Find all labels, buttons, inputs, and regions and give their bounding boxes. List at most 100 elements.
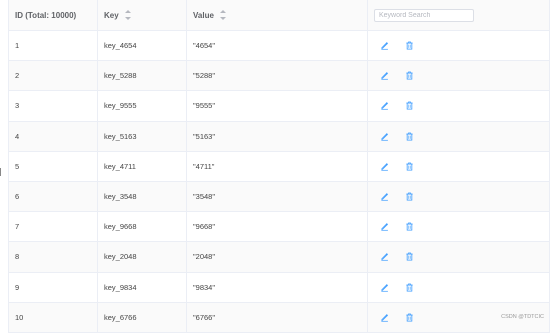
cell-id: 7 xyxy=(9,212,98,242)
id-text: 9 xyxy=(15,282,20,292)
edit-icon[interactable] xyxy=(380,283,389,292)
value-text: "2048" xyxy=(193,252,216,262)
delete-icon[interactable] xyxy=(405,162,414,171)
edit-icon[interactable] xyxy=(380,222,389,231)
delete-icon[interactable] xyxy=(405,192,414,201)
cell-id: 6 xyxy=(9,181,98,212)
key-text: key_6766 xyxy=(104,312,137,322)
table-header: ID (Total: 10000) Key Value xyxy=(9,0,549,31)
table-body: 1 key_4654 "4654" 2 key_5288 "5288" 3 key_9555 "… xyxy=(9,31,549,333)
watermark: CSDN @TDTCIC xyxy=(501,314,544,320)
delete-icon[interactable] xyxy=(405,71,414,80)
table-row: 2 key_5288 "5288" xyxy=(9,61,549,92)
id-text: 6 xyxy=(15,192,20,202)
key-text: key_3548 xyxy=(104,192,137,202)
cell-key: key_4711 xyxy=(98,151,187,181)
delete-icon[interactable] xyxy=(405,101,414,110)
cell-value: "6766" xyxy=(187,302,368,332)
edit-icon[interactable] xyxy=(380,162,389,171)
cell-actions xyxy=(368,273,549,302)
id-text: 10 xyxy=(15,312,24,322)
cell-id: 2 xyxy=(9,61,98,91)
cell-key: key_5163 xyxy=(98,121,187,151)
table-row: 4 key_5163 "5163" xyxy=(9,121,549,152)
cell-value: "5288" xyxy=(187,61,368,91)
id-text: 2 xyxy=(15,71,20,81)
table-row: 9 key_9834 "9834" xyxy=(9,272,549,303)
table-row: 6 key_3548 "3548" xyxy=(9,181,549,213)
cell-value: "4654" xyxy=(187,31,368,61)
cell-id: 3 xyxy=(9,91,98,121)
header-key-label: Key xyxy=(104,10,119,20)
cell-key: key_2048 xyxy=(98,242,187,272)
key-text: key_9555 xyxy=(104,101,137,111)
cell-actions xyxy=(368,122,549,151)
keyword-search-input[interactable] xyxy=(374,8,474,22)
table-row: 10 key_6766 "6766" xyxy=(9,302,549,333)
key-text: key_9834 xyxy=(104,282,137,292)
delete-icon[interactable] xyxy=(405,132,414,141)
table-row: 5 key_4711 "4711" xyxy=(9,151,549,182)
id-text: 7 xyxy=(15,222,20,232)
delete-icon[interactable] xyxy=(405,313,414,322)
key-text: key_5288 xyxy=(104,71,137,81)
id-text: 1 xyxy=(15,41,20,51)
cell-actions xyxy=(368,31,549,60)
edit-icon[interactable] xyxy=(380,71,389,80)
cell-key: key_3548 xyxy=(98,181,187,212)
header-key[interactable]: Key xyxy=(98,0,187,30)
table-row: 1 key_4654 "4654" xyxy=(9,31,549,62)
cell-key: key_9668 xyxy=(98,212,187,242)
cell-key: key_9834 xyxy=(98,272,187,302)
header-actions xyxy=(368,0,549,30)
table-row: 3 key_9555 "9555" xyxy=(9,91,549,122)
cell-value: "2048" xyxy=(187,242,368,272)
edit-icon[interactable] xyxy=(380,252,389,262)
cell-actions xyxy=(368,152,549,181)
cell-actions xyxy=(368,182,549,211)
key-text: key_5163 xyxy=(104,131,137,141)
cell-id: 5 xyxy=(9,151,98,181)
cell-key: key_5288 xyxy=(98,61,187,91)
value-text: "9555" xyxy=(193,101,216,111)
key-value-table: ID (Total: 10000) Key Value 1 key_4654 "46… xyxy=(8,0,550,333)
sort-key-icon[interactable] xyxy=(124,10,131,20)
cell-id: 8 xyxy=(9,242,98,272)
key-text: key_9668 xyxy=(104,222,137,232)
delete-icon[interactable] xyxy=(405,252,414,261)
edit-icon[interactable] xyxy=(380,101,389,111)
delete-icon[interactable] xyxy=(405,283,414,292)
cell-key: key_6766 xyxy=(98,302,187,332)
sort-value-icon[interactable] xyxy=(219,10,226,20)
edit-icon[interactable] xyxy=(380,313,389,322)
cell-value: "9555" xyxy=(187,91,368,121)
edit-icon[interactable] xyxy=(380,132,389,141)
delete-icon[interactable] xyxy=(405,222,414,231)
table-row: 7 key_9668 "9668" xyxy=(9,212,549,243)
cell-actions xyxy=(368,242,549,271)
value-text: "6766" xyxy=(193,312,216,322)
key-text: key_4654 xyxy=(104,41,137,51)
cell-key: key_9555 xyxy=(98,91,187,121)
value-text: "9668" xyxy=(193,222,216,232)
edit-icon[interactable] xyxy=(380,41,389,50)
delete-icon[interactable] xyxy=(405,41,414,50)
cell-id: 9 xyxy=(9,272,98,302)
id-text: 3 xyxy=(15,101,20,111)
cell-value: "3548" xyxy=(187,181,368,212)
cell-value: "9834" xyxy=(187,272,368,302)
table-row: 8 key_2048 "2048" xyxy=(9,242,549,273)
value-text: "4654" xyxy=(193,41,216,51)
left-edge-mark xyxy=(0,168,1,176)
value-text: "5163" xyxy=(193,131,216,141)
header-id: ID (Total: 10000) xyxy=(9,0,98,30)
cell-id: 4 xyxy=(9,121,98,151)
cell-id: 10 xyxy=(9,302,98,332)
edit-icon[interactable] xyxy=(380,192,389,201)
header-value[interactable]: Value xyxy=(187,0,368,30)
value-text: "4711" xyxy=(193,161,215,171)
key-text: key_2048 xyxy=(104,252,137,262)
key-text: key_4711 xyxy=(104,161,136,171)
id-text: 5 xyxy=(15,161,20,171)
value-text: "5288" xyxy=(193,71,216,81)
